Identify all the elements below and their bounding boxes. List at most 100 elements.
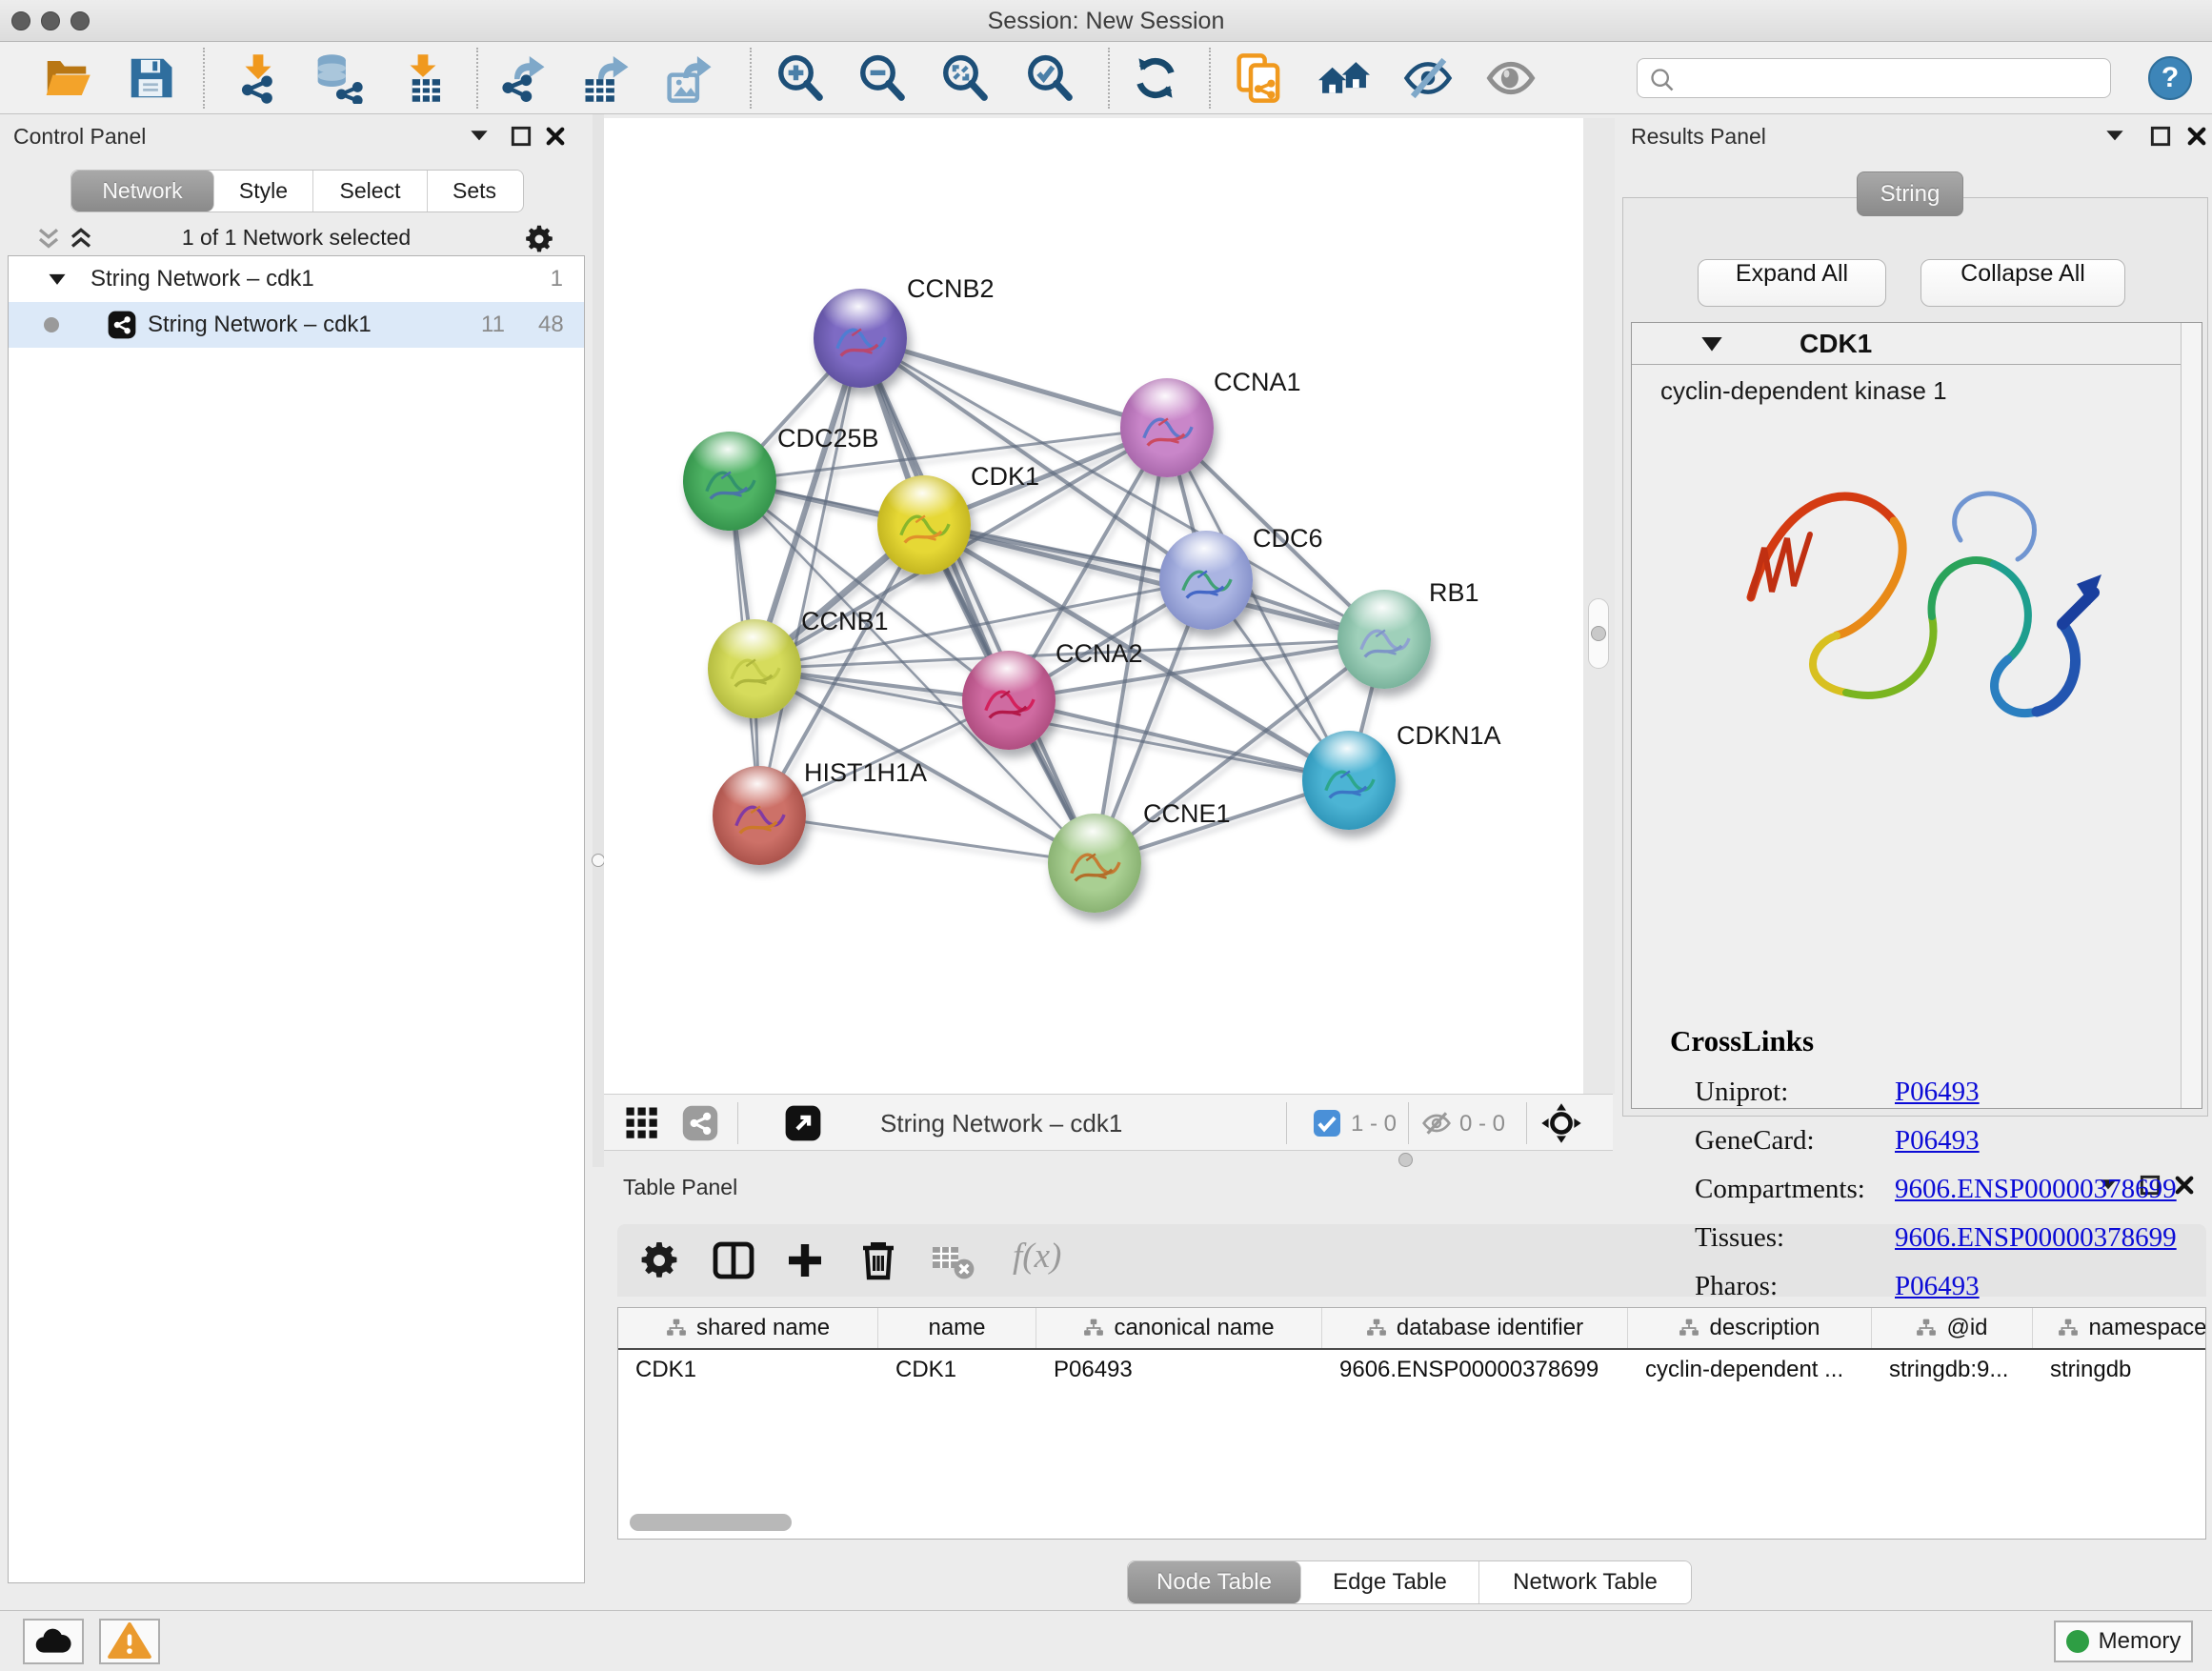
vertical-scrollbar-track[interactable] — [2181, 323, 2202, 1108]
zoom-out-icon[interactable] — [856, 52, 908, 104]
tree-expand-icon[interactable] — [47, 270, 68, 291]
crosslink-link[interactable]: 9606.ENSP00000378699 — [1895, 1174, 2177, 1205]
table-cell[interactable]: stringdb — [2033, 1357, 2206, 1383]
collapse-section-icon[interactable] — [1700, 334, 1723, 355]
table-row[interactable]: CDK1CDK1P064939606.ENSP00000378699cyclin… — [618, 1350, 2205, 1390]
float-panel-icon[interactable] — [467, 124, 492, 149]
node-label-CCNB1: CCNB1 — [801, 607, 889, 636]
tab-style[interactable]: Style — [214, 171, 313, 211]
column-header-namespace[interactable]: namespace — [2033, 1308, 2206, 1348]
zoom-in-icon[interactable] — [774, 52, 826, 104]
node-label-HIST1H1A: HIST1H1A — [804, 758, 927, 788]
column-header--id[interactable]: @id — [1872, 1308, 2033, 1348]
save-session-icon[interactable] — [125, 52, 176, 104]
show-hide-details-icon[interactable] — [1402, 52, 1454, 104]
collapse-all-button[interactable]: Collapse All — [1920, 259, 2125, 307]
network-node-CCNB2[interactable] — [814, 289, 907, 388]
tab-node-table[interactable]: Node Table — [1128, 1561, 1301, 1603]
network-view-canvas[interactable]: CCNB2 CCNA1 CDC25B CDK1 CDC6 RB1 CCNB1 C… — [604, 118, 1583, 1094]
crosslink-link[interactable]: P06493 — [1895, 1125, 1980, 1157]
splitter-handle[interactable] — [1398, 1153, 1413, 1167]
maximize-panel-icon[interactable] — [2148, 124, 2173, 149]
table-cell[interactable]: CDK1 — [878, 1357, 1036, 1383]
network-collection-row[interactable]: String Network – cdk1 1 — [9, 256, 584, 302]
column-header-name[interactable]: name — [878, 1308, 1036, 1348]
splitter-handle[interactable] — [592, 854, 605, 867]
selected-nodes-checkbox[interactable] — [1314, 1110, 1340, 1137]
tab-edge-table[interactable]: Edge Table — [1301, 1561, 1479, 1603]
open-session-icon[interactable] — [41, 52, 92, 104]
first-neighbors-icon[interactable] — [1318, 52, 1370, 104]
selected-counts: 1 - 0 — [1351, 1111, 1397, 1137]
crosslink-link[interactable]: P06493 — [1895, 1271, 1980, 1302]
zoom-fit-icon[interactable] — [939, 52, 991, 104]
crosslink-row: Tissues:9606.ENSP00000378699 — [1695, 1214, 2177, 1262]
tab-string[interactable]: String — [1857, 171, 1963, 216]
network-row-selected[interactable]: String Network – cdk1 11 48 — [9, 302, 584, 348]
detach-view-icon[interactable] — [783, 1103, 823, 1143]
export-table-icon[interactable] — [581, 52, 633, 104]
zoom-selected-icon[interactable] — [1024, 52, 1076, 104]
network-node-CCNB1[interactable] — [708, 619, 801, 718]
table-cell[interactable]: P06493 — [1036, 1357, 1322, 1383]
edge-HIST1H1A-CCNE1[interactable] — [759, 815, 1095, 863]
maximize-panel-icon[interactable] — [509, 124, 533, 149]
column-header-description[interactable]: description — [1628, 1308, 1872, 1348]
float-panel-icon[interactable] — [2102, 124, 2127, 149]
import-network-file-icon[interactable] — [232, 52, 284, 104]
network-node-CCNE1[interactable] — [1048, 814, 1141, 913]
table-cell[interactable]: cyclin-dependent ... — [1628, 1357, 1872, 1383]
tab-sets[interactable]: Sets — [428, 171, 521, 211]
search-input[interactable] — [1683, 61, 2102, 95]
memory-status-button[interactable]: Memory — [2054, 1621, 2193, 1662]
column-header-canonical-name[interactable]: canonical name — [1036, 1308, 1322, 1348]
refresh-layout-icon[interactable] — [1130, 52, 1181, 104]
tab-network[interactable]: Network — [71, 171, 214, 211]
network-node-CDK1[interactable] — [877, 475, 971, 574]
table-cell[interactable]: CDK1 — [618, 1357, 878, 1383]
network-node-CCNA1[interactable] — [1120, 378, 1214, 477]
import-network-database-icon[interactable] — [312, 52, 364, 104]
network-node-CCNA2[interactable] — [962, 651, 1056, 750]
table-cell[interactable]: 9606.ENSP00000378699 — [1322, 1357, 1628, 1383]
edge-CCNA2-CDKN1A[interactable] — [1009, 700, 1349, 780]
delete-column-icon[interactable] — [855, 1238, 901, 1283]
crosslink-link[interactable]: P06493 — [1895, 1077, 1980, 1108]
tab-select[interactable]: Select — [313, 171, 428, 211]
grid-view-icon[interactable] — [625, 1106, 659, 1140]
network-node-HIST1H1A[interactable] — [713, 766, 806, 865]
warning-status-button[interactable] — [99, 1619, 160, 1664]
help-button[interactable]: ? — [2148, 56, 2192, 100]
network-icon-gray[interactable] — [682, 1105, 718, 1141]
column-label: name — [928, 1315, 985, 1341]
network-node-CDKN1A[interactable] — [1302, 731, 1396, 830]
network-node-CDC6[interactable] — [1159, 531, 1253, 630]
close-panel-icon[interactable] — [543, 124, 568, 149]
cloud-status-button[interactable] — [23, 1619, 84, 1664]
close-panel-icon[interactable] — [2184, 124, 2209, 149]
export-image-icon[interactable] — [664, 52, 715, 104]
network-overview-eye-icon[interactable] — [1485, 52, 1537, 104]
horizontal-scrollbar-thumb[interactable] — [630, 1514, 792, 1531]
edge-CCNB2-HIST1H1A[interactable] — [759, 338, 860, 815]
network-node-CDC25B[interactable] — [683, 432, 776, 531]
table-options-gear-icon[interactable] — [636, 1238, 682, 1283]
splitter-handle[interactable] — [1591, 626, 1606, 641]
column-header-shared-name[interactable]: shared name — [618, 1308, 878, 1348]
crosslink-link[interactable]: 9606.ENSP00000378699 — [1895, 1222, 2177, 1254]
right-splitter[interactable] — [1583, 118, 1615, 1094]
add-column-icon[interactable] — [782, 1238, 828, 1283]
birds-eye-target-icon[interactable] — [1539, 1101, 1583, 1145]
column-header-database-identifier[interactable]: database identifier — [1322, 1308, 1628, 1348]
tab-network-table[interactable]: Network Table — [1479, 1561, 1691, 1603]
table-cell[interactable]: stringdb:9... — [1872, 1357, 2033, 1383]
export-network-icon[interactable] — [497, 52, 549, 104]
function-builder-icon[interactable]: f(x) — [1013, 1236, 1061, 1277]
network-node-RB1[interactable] — [1337, 590, 1431, 689]
clone-network-icon[interactable] — [1234, 52, 1285, 104]
network-options-gear-icon[interactable] — [522, 222, 556, 256]
delete-table-icon[interactable] — [930, 1238, 975, 1283]
expand-all-button[interactable]: Expand All — [1698, 259, 1886, 307]
import-table-file-icon[interactable] — [397, 52, 449, 104]
show-columns-icon[interactable] — [711, 1238, 756, 1283]
